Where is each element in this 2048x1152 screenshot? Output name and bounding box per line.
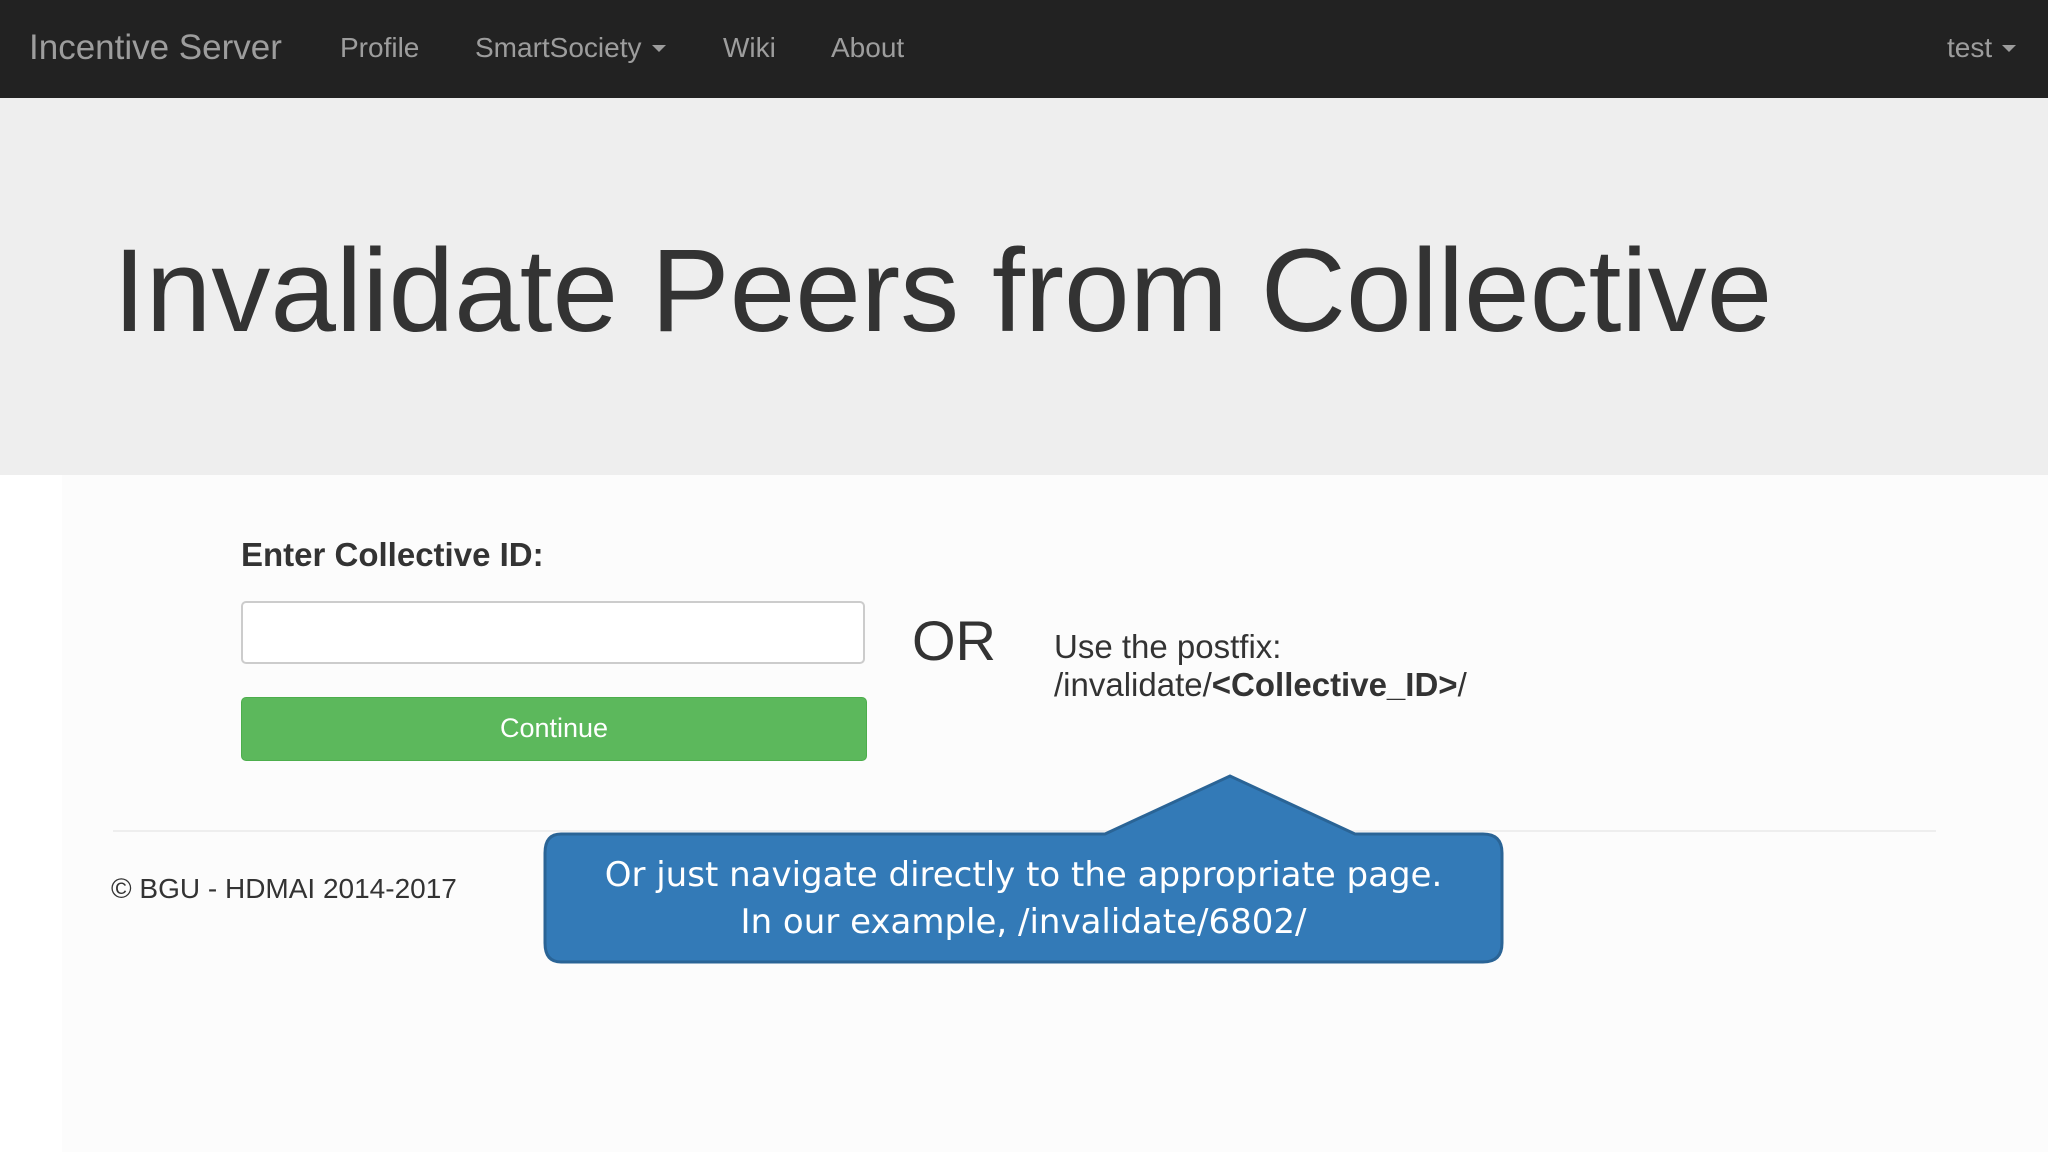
- brand-link[interactable]: Incentive Server: [29, 0, 282, 98]
- callout-text: Or just navigate directly to the appropr…: [546, 852, 1501, 946]
- footer-copyright: © BGU - HDMAI 2014-2017: [111, 873, 457, 904]
- nav-wiki[interactable]: Wiki: [723, 0, 776, 98]
- collective-id-input[interactable]: [241, 601, 865, 664]
- postfix-intro: Use the postfix:: [1054, 628, 1282, 665]
- navbar: Incentive Server Profile SmartSociety Wi…: [0, 0, 2048, 98]
- chevron-down-icon: [2002, 44, 2017, 52]
- nav-about[interactable]: About: [831, 0, 904, 98]
- continue-button[interactable]: Continue: [241, 697, 867, 761]
- page-title: Invalidate Peers from Collective: [113, 225, 1773, 357]
- postfix-path: /invalidate/<Collective_ID>/: [1054, 666, 1467, 704]
- nav-profile[interactable]: Profile: [340, 0, 419, 98]
- postfix-param: <Collective_ID>: [1211, 666, 1458, 703]
- postfix-instructions: Use the postfix: /invalidate/<Collective…: [1054, 628, 1467, 704]
- user-menu-label: test: [1947, 32, 1993, 63]
- postfix-prefix: /invalidate/: [1054, 666, 1212, 703]
- callout-line-2: In our example, /invalidate/6802/: [740, 902, 1307, 942]
- nav-smartsociety-label: SmartSociety: [475, 32, 642, 63]
- chevron-down-icon: [651, 44, 666, 52]
- or-label: OR: [912, 609, 996, 672]
- nav-smartsociety-dropdown[interactable]: SmartSociety: [475, 0, 666, 98]
- postfix-suffix: /: [1457, 666, 1467, 703]
- callout-line-1: Or just navigate directly to the appropr…: [604, 855, 1443, 895]
- collective-id-label: Enter Collective ID:: [241, 536, 544, 573]
- user-menu-dropdown[interactable]: test: [1947, 0, 2017, 98]
